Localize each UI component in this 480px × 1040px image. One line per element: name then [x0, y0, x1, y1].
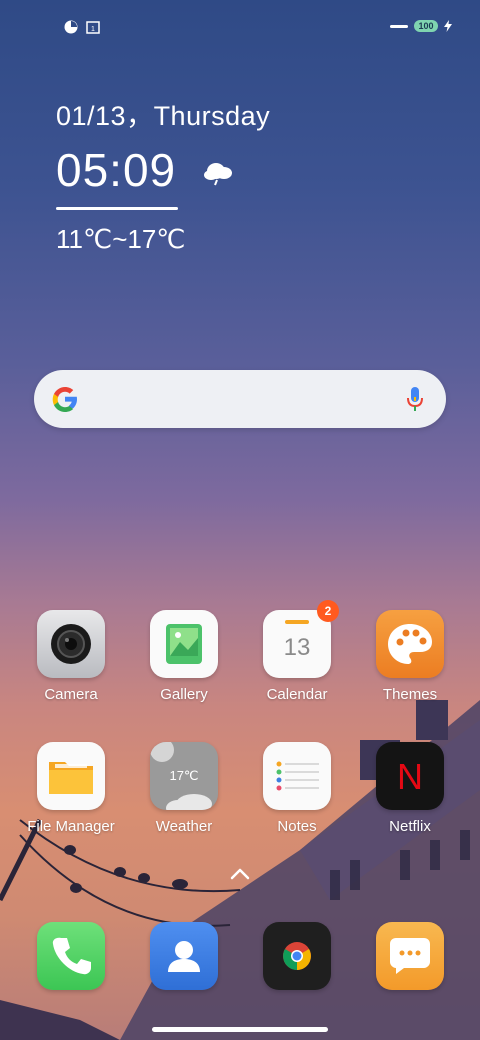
weather-icon: 17℃ — [150, 742, 218, 810]
signal-dash-icon — [390, 24, 408, 28]
dock-contacts[interactable] — [132, 922, 236, 990]
voice-search-icon[interactable] — [406, 386, 424, 412]
netflix-letter: N — [397, 756, 423, 797]
google-search-bar[interactable] — [34, 370, 446, 428]
calendar-notification-icon: 1 — [86, 21, 100, 34]
clock-divider — [56, 207, 178, 210]
app-label: Netflix — [389, 818, 431, 835]
palette-icon — [376, 610, 444, 678]
app-notification-icon — [64, 20, 78, 34]
app-label: Weather — [155, 818, 213, 835]
app-label: Themes — [382, 686, 438, 703]
clock-widget[interactable]: 01/13，Thursday 05:09 11℃~17℃ — [56, 94, 270, 255]
messages-icon — [376, 922, 444, 990]
app-notes[interactable]: Notes — [245, 742, 349, 835]
app-camera[interactable]: Camera — [19, 610, 123, 703]
dock-messages[interactable] — [358, 922, 462, 990]
phone-icon — [37, 922, 105, 990]
google-logo-icon — [52, 387, 77, 412]
app-label: Gallery — [160, 686, 208, 703]
app-label: Camera — [44, 686, 98, 703]
netflix-icon: N — [376, 742, 444, 810]
app-drawer-chevron-icon[interactable] — [226, 866, 254, 882]
contacts-icon — [150, 922, 218, 990]
app-netflix[interactable]: N Netflix — [358, 742, 462, 835]
app-file-manager[interactable]: File Manager — [19, 742, 123, 835]
notification-badge: 2 — [317, 600, 339, 622]
calendar-day: 13 — [283, 634, 311, 661]
chrome-icon — [263, 922, 331, 990]
app-label: Calendar — [266, 686, 328, 703]
app-calendar[interactable]: 13 2 Calendar — [245, 600, 349, 703]
app-label: File Manager — [27, 818, 115, 835]
app-weather[interactable]: 17℃ Weather — [132, 742, 236, 835]
date-text: 01/13，Thursday — [56, 101, 271, 131]
app-label: Notes — [277, 818, 317, 835]
charging-bolt-icon — [444, 20, 452, 32]
weather-temp: 17℃ — [169, 768, 199, 783]
folder-icon — [37, 742, 105, 810]
battery-icon: 100 — [414, 20, 438, 32]
time-text: 05:09 — [56, 144, 177, 196]
app-themes[interactable]: Themes — [358, 610, 462, 703]
app-gallery[interactable]: Gallery — [132, 610, 236, 703]
temperature-range: 11℃~17℃ — [56, 224, 186, 254]
camera-icon — [37, 610, 105, 678]
calendar-icon: 13 2 — [263, 600, 339, 678]
status-bar: 1 100 — [0, 14, 480, 40]
svg-text:1: 1 — [91, 26, 95, 33]
gallery-icon — [150, 610, 218, 678]
notes-icon — [263, 742, 331, 810]
dock-phone[interactable] — [19, 922, 123, 990]
home-indicator[interactable] — [152, 1027, 328, 1032]
dock-chrome[interactable] — [245, 922, 349, 990]
cloudy-rain-icon — [204, 163, 233, 186]
